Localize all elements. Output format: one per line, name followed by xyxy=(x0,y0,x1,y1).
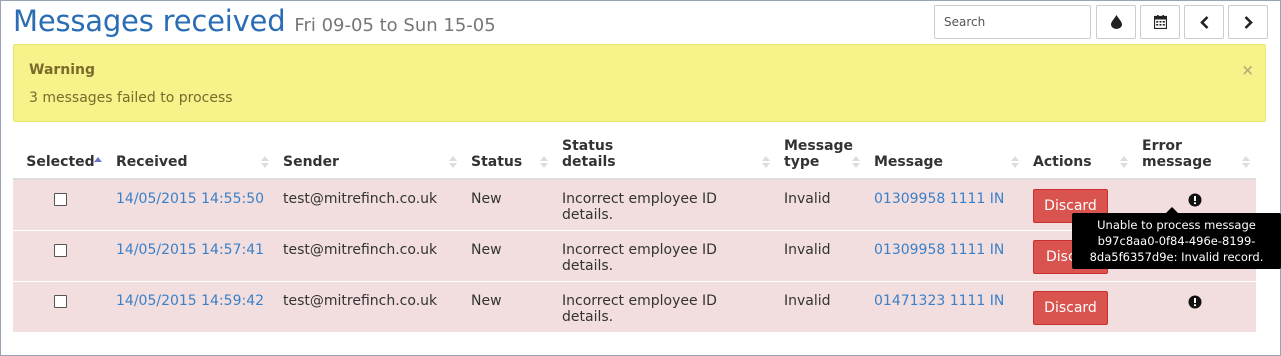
header-label: Status xyxy=(471,154,523,170)
sort-both-icon xyxy=(1242,156,1250,168)
previous-week-button[interactable] xyxy=(1184,5,1224,39)
header-label: Error message xyxy=(1142,138,1212,170)
next-week-button[interactable] xyxy=(1228,5,1268,39)
column-header-message[interactable]: Message xyxy=(866,132,1025,180)
table-row: 14/05/2015 14:57:41 test@mitrefinch.co.u… xyxy=(13,229,1256,281)
header-label: Actions xyxy=(1033,154,1092,170)
select-cell xyxy=(13,229,108,281)
select-cell xyxy=(13,280,108,332)
message-cell: 01309958 1111 IN xyxy=(866,229,1025,281)
discard-button[interactable]: Discard xyxy=(1033,290,1108,325)
error-tooltip: Unable to process message b97c8aa0-0f84-… xyxy=(1072,213,1281,269)
message-link[interactable]: 01471323 1111 IN xyxy=(874,293,1004,309)
message-link[interactable]: 01309958 1111 IN xyxy=(874,242,1004,258)
header-label: Message xyxy=(874,154,944,170)
date-range: Fri 09-05 to Sun 15-05 xyxy=(294,15,496,36)
sender-cell: test@mitrefinch.co.uk xyxy=(275,229,463,281)
column-header-sender[interactable]: Sender xyxy=(275,132,463,180)
sort-both-icon xyxy=(1120,156,1128,168)
warning-alert: Warning 3 messages failed to process × xyxy=(13,44,1266,122)
column-header-error-message[interactable]: Error message xyxy=(1134,132,1256,180)
row-checkbox[interactable] xyxy=(54,193,67,206)
header-label: Selected xyxy=(26,154,95,170)
header-label: Received xyxy=(116,154,188,170)
tooltip-line: b97c8aa0-0f84-496e-8199- xyxy=(1097,234,1256,248)
message-cell: 01471323 1111 IN xyxy=(866,280,1025,332)
received-link[interactable]: 14/05/2015 14:55:50 xyxy=(116,191,264,207)
header-label: Sender xyxy=(283,154,339,170)
column-header-status[interactable]: Status xyxy=(463,132,554,180)
column-header-selected[interactable]: Selected xyxy=(13,132,108,180)
tint-icon xyxy=(1110,15,1122,29)
alert-title: Warning xyxy=(29,62,96,78)
row-checkbox[interactable] xyxy=(54,243,67,257)
sort-both-icon xyxy=(261,156,269,168)
message-type-cell: Invalid xyxy=(776,178,866,230)
message-link[interactable]: 01309958 1111 IN xyxy=(874,191,1004,207)
sort-both-icon xyxy=(1011,156,1019,168)
received-link[interactable]: 14/05/2015 14:57:41 xyxy=(116,242,264,258)
header-label: Message type xyxy=(784,138,854,170)
alert-message: 3 messages failed to process xyxy=(29,90,233,106)
sort-both-icon xyxy=(852,156,860,168)
table-row: 14/05/2015 14:59:42 test@mitrefinch.co.u… xyxy=(13,280,1256,332)
status-details-cell: Incorrect employee ID details. xyxy=(554,178,776,230)
calendar-icon xyxy=(1153,15,1167,29)
table-row: 14/05/2015 14:55:50 test@mitrefinch.co.u… xyxy=(13,178,1256,230)
status-cell: New xyxy=(463,280,554,332)
alert-close-button[interactable]: × xyxy=(1241,61,1254,79)
tooltip-line: 8da5f6357d9e: Invalid record. xyxy=(1089,250,1264,264)
sender-cell: test@mitrefinch.co.uk xyxy=(275,280,463,332)
received-cell: 14/05/2015 14:57:41 xyxy=(108,229,275,281)
sort-ascending-icon xyxy=(94,157,102,162)
sender-cell: test@mitrefinch.co.uk xyxy=(275,178,463,230)
select-cell xyxy=(13,178,108,230)
received-cell: 14/05/2015 14:55:50 xyxy=(108,178,275,230)
received-link[interactable]: 14/05/2015 14:59:42 xyxy=(116,293,264,309)
sort-both-icon xyxy=(449,156,457,168)
sort-both-icon xyxy=(540,156,548,168)
sort-both-icon xyxy=(762,156,770,168)
column-header-status-details[interactable]: Status details xyxy=(554,132,776,180)
status-cell: New xyxy=(463,178,554,230)
tooltip-line: Unable to process message xyxy=(1097,218,1256,232)
chevron-left-icon xyxy=(1199,15,1208,29)
column-header-message-type[interactable]: Message type xyxy=(776,132,866,180)
status-details-cell: Incorrect employee ID details. xyxy=(554,229,776,281)
actions-cell: Discard xyxy=(1025,280,1134,332)
column-header-actions[interactable]: Actions xyxy=(1025,132,1134,180)
column-header-received[interactable]: Received xyxy=(108,132,275,180)
exclamation-circle-icon[interactable] xyxy=(1188,295,1202,309)
calendar-button[interactable] xyxy=(1140,5,1180,39)
toolbar xyxy=(934,5,1268,39)
status-details-cell: Incorrect employee ID details. xyxy=(554,280,776,332)
status-cell: New xyxy=(463,229,554,281)
message-type-cell: Invalid xyxy=(776,229,866,281)
messages-table: Selected Received Sender Status Status d… xyxy=(13,132,1256,332)
table-header-row: Selected Received Sender Status Status d… xyxy=(13,132,1256,180)
row-checkbox[interactable] xyxy=(54,294,67,308)
filter-button[interactable] xyxy=(1096,5,1136,39)
exclamation-circle-icon[interactable] xyxy=(1188,193,1202,207)
chevron-right-icon xyxy=(1244,15,1253,29)
page-header: Messages received Fri 09-05 to Sun 15-05 xyxy=(13,4,496,44)
search-input[interactable] xyxy=(934,5,1091,39)
message-type-cell: Invalid xyxy=(776,280,866,332)
message-cell: 01309958 1111 IN xyxy=(866,178,1025,230)
header-label: Status details xyxy=(562,138,616,170)
page-title: Messages received xyxy=(13,4,286,38)
received-cell: 14/05/2015 14:59:42 xyxy=(108,280,275,332)
error-message-cell xyxy=(1134,280,1256,332)
